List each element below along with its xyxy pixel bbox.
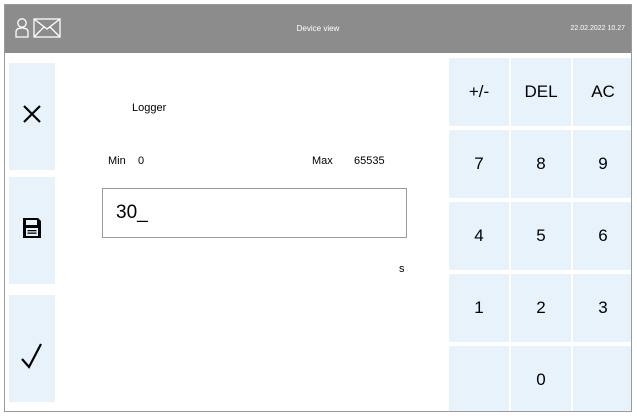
- key-8[interactable]: 8: [511, 130, 571, 198]
- key-sign[interactable]: +/-: [449, 58, 509, 126]
- save-icon: [22, 217, 42, 244]
- max-label: Max: [312, 155, 333, 167]
- key-1[interactable]: 1: [449, 274, 509, 342]
- keypad: +/- DEL AC 7 8 9 4 5 6 1 2 3 0: [445, 53, 631, 411]
- min-label: Min: [108, 155, 126, 167]
- save-button[interactable]: [9, 177, 55, 284]
- device-view-window: Device view 22.02.2022 10.27 Logger Min …: [4, 4, 632, 412]
- key-6[interactable]: 6: [573, 202, 631, 270]
- key-clear[interactable]: AC: [573, 58, 631, 126]
- key-blank-right: [573, 346, 631, 411]
- min-value: 0: [138, 155, 145, 167]
- window-title: Device view: [296, 24, 340, 33]
- close-icon: [21, 103, 43, 130]
- key-0[interactable]: 0: [511, 346, 571, 411]
- confirm-button[interactable]: [9, 295, 55, 402]
- unit-label: s: [399, 263, 405, 275]
- key-delete[interactable]: DEL: [511, 58, 571, 126]
- key-blank-left: [449, 346, 509, 411]
- key-4[interactable]: 4: [449, 202, 509, 270]
- key-9[interactable]: 9: [573, 130, 631, 198]
- top-bar: Device view 22.02.2022 10.27: [5, 5, 631, 53]
- date-time: 22.02.2022 10.27: [570, 25, 626, 32]
- input-value: 30_: [116, 202, 148, 223]
- key-5[interactable]: 5: [511, 202, 571, 270]
- value-input[interactable]: 30_: [102, 188, 407, 238]
- confirm-icon: [20, 342, 44, 375]
- key-3[interactable]: 3: [573, 274, 631, 342]
- field-label: Logger: [132, 102, 167, 114]
- cancel-button[interactable]: [9, 63, 55, 170]
- key-7[interactable]: 7: [449, 130, 509, 198]
- max-value: 65535: [354, 155, 385, 167]
- key-2[interactable]: 2: [511, 274, 571, 342]
